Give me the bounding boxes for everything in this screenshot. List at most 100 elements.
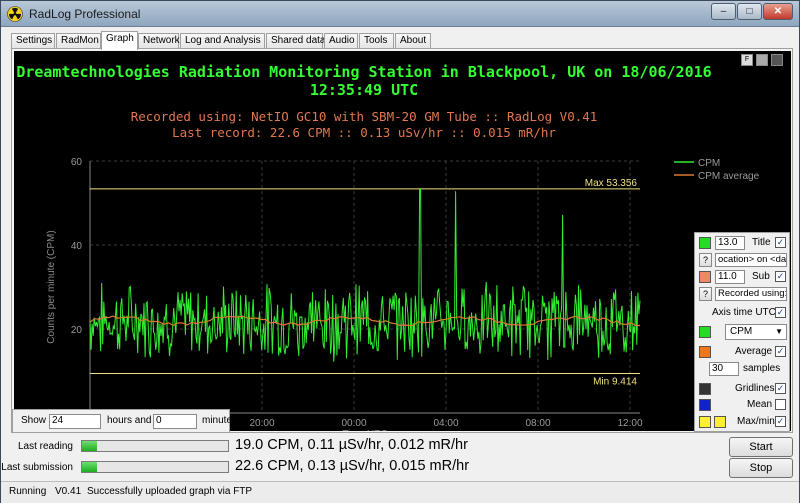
x-tick-label: 20:00 [249, 418, 274, 429]
x-tick-label: 00:00 [341, 418, 366, 429]
min-color-swatch[interactable] [714, 416, 726, 428]
tab-graph[interactable]: Graph [101, 31, 138, 50]
sub-size-spinner[interactable]: 11.0 [715, 270, 745, 284]
tab-shared-data[interactable]: Shared data [266, 33, 326, 49]
color-button[interactable] [756, 54, 768, 66]
series-select[interactable]: CPM ▼ [725, 324, 787, 340]
series-color-swatch[interactable] [699, 326, 711, 338]
legend-entry: CPM [698, 158, 720, 169]
graph-canvas: Dreamtechnologies Radiation Monitoring S… [14, 51, 791, 431]
show-label: Show [21, 415, 47, 426]
axis-time-checkbox[interactable]: ✓ [775, 307, 786, 318]
time-window-bar: Show 24 hours and 0 minutes [12, 409, 237, 433]
maxmin-checkbox[interactable]: ✓ [775, 416, 786, 427]
series-row: CPM ▼ [695, 323, 791, 340]
tab-radmon[interactable]: RadMon [56, 33, 101, 49]
mean-label: Mean [747, 399, 773, 410]
average-label: Average [735, 346, 773, 357]
maxmin-row: Max/min ✓ [695, 414, 791, 430]
last-reading-progress [81, 440, 229, 452]
title-text-input[interactable]: ocation> on <date [715, 253, 787, 267]
title-help-button[interactable]: ? [699, 253, 712, 267]
last-submission-value: 22.6 CPM, 0.13 µSv/hr, 0.015 mR/hr [235, 458, 470, 474]
title-options-row: 13.0 Title ✓ [695, 235, 791, 251]
average-row: Average ✓ [695, 344, 791, 360]
gridlines-checkbox[interactable]: ✓ [775, 383, 786, 394]
tab-settings[interactable]: Settings [11, 33, 55, 49]
y-tick-label: 20 [71, 325, 83, 336]
series-select-value: CPM [730, 326, 753, 337]
y-axis-label: Counts per minute (CPM) [46, 230, 57, 343]
x-tick-label: 12:00 [617, 418, 642, 429]
min-label: Min 9.414 [593, 376, 637, 387]
sub-checkbox[interactable]: ✓ [775, 271, 786, 282]
x-tick-label: 04:00 [433, 418, 458, 429]
status-message: Successfully uploaded graph via FTP [87, 486, 253, 497]
last-reading-progress-fill [82, 441, 97, 451]
title-label: Title [752, 237, 771, 248]
x-axis-label: Time UTC [342, 429, 387, 431]
last-reading-label: Last reading [17, 441, 73, 452]
mean-checkbox[interactable] [775, 399, 786, 410]
sub-label: Sub [752, 271, 770, 282]
title-checkbox[interactable]: ✓ [775, 237, 786, 248]
average-color-swatch[interactable] [699, 346, 711, 358]
hours-label: hours and [107, 415, 152, 426]
mean-color-swatch[interactable] [699, 399, 711, 411]
gridlines-color-swatch[interactable] [699, 383, 711, 395]
title-color-swatch[interactable] [699, 237, 711, 249]
status-state: Running [9, 486, 47, 497]
y-tick-label: 40 [71, 241, 83, 252]
status-version: V0.41 [55, 486, 82, 497]
tab-about[interactable]: About [395, 33, 431, 49]
tab-log-and-analysis[interactable]: Log and Analysis [180, 33, 265, 49]
max-label: Max 53.356 [585, 178, 638, 189]
gridlines-label: Gridlines [735, 383, 775, 394]
minutes-label: minutes [202, 415, 238, 426]
mean-row: Mean [695, 397, 791, 413]
minutes-spinner[interactable]: 0 [153, 414, 197, 429]
max-color-swatch[interactable] [699, 416, 711, 428]
average-checkbox[interactable]: ✓ [775, 346, 786, 357]
cpm-series-line [89, 188, 641, 362]
stop-button[interactable]: Stop [729, 458, 793, 478]
samples-row: 30 samples [695, 361, 791, 377]
sub-color-swatch[interactable] [699, 271, 711, 283]
tab-tools[interactable]: Tools [359, 33, 394, 49]
x-tick-label: 08:00 [525, 418, 550, 429]
title-size-spinner[interactable]: 13.0 [715, 236, 745, 250]
sub-help-button[interactable]: ? [699, 287, 712, 301]
close-button[interactable]: ✕ [763, 3, 793, 20]
chevron-down-icon: ▼ [775, 327, 783, 336]
tab-audio[interactable]: Audio [324, 33, 358, 49]
legend-entry: CPM average [698, 171, 760, 182]
maxmin-label: Max/min [737, 416, 775, 427]
status-bar: Running V0.41 Successfully uploaded grap… [1, 481, 799, 503]
start-button[interactable]: Start [729, 437, 793, 457]
font-button[interactable]: F [741, 54, 753, 66]
minimize-button[interactable]: – [711, 3, 736, 20]
sub-text-row: ? Recorded using: < [695, 286, 791, 302]
last-submission-progress-fill [82, 462, 97, 472]
sub-options-row: 11.0 Sub ✓ [695, 269, 791, 285]
last-reading-value: 19.0 CPM, 0.11 µSv/hr, 0.012 mR/hr [235, 437, 468, 453]
hours-spinner[interactable]: 24 [49, 414, 101, 429]
y-tick-label: 60 [71, 157, 83, 168]
maximize-button[interactable]: □ [737, 3, 762, 20]
window-title: RadLog Professional [29, 7, 141, 21]
gridlines-row: Gridlines ✓ [695, 381, 791, 397]
title-bar[interactable]: RadLog Professional – □ ✕ [1, 1, 799, 27]
last-submission-label: Last submission [1, 462, 73, 473]
graph-options-panel: 13.0 Title ✓ ? ocation> on <date 11.0 Su… [694, 232, 790, 432]
cpm-chart: 0 20 40 60 20:00 00:00 04:00 08:00 12:00 Counts p… [46, 157, 760, 431]
samples-label: samples [743, 363, 781, 374]
app-window: RadLog Professional – □ ✕ Settings RadMo… [0, 0, 800, 503]
samples-spinner[interactable]: 30 [709, 362, 739, 376]
radiation-icon [7, 6, 23, 22]
title-text-row: ? ocation> on <date [695, 252, 791, 268]
tab-network[interactable]: Network [138, 33, 180, 49]
axis-time-row: Axis time UTC ✓ [695, 305, 791, 321]
axis-time-label: Axis time UTC [712, 307, 776, 318]
sub-text-input[interactable]: Recorded using: < [715, 287, 787, 301]
background-button[interactable] [771, 54, 783, 66]
